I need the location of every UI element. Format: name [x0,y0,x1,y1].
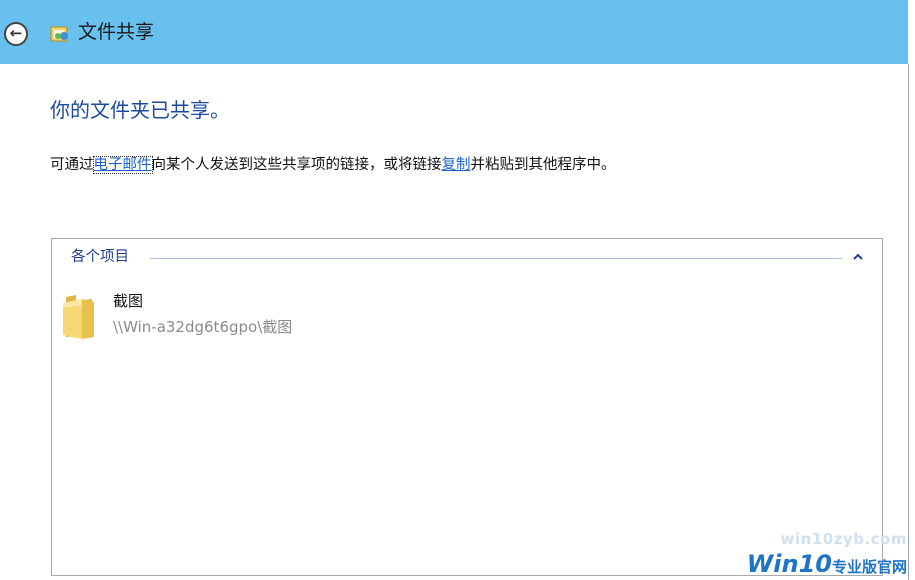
group-divider [150,258,842,259]
description-prefix: 可通过 [50,157,94,173]
item-name: 截图 [113,292,144,310]
watermark-url: win10zyb.com [780,530,907,548]
copy-link[interactable]: 复制 [442,157,471,173]
watermark-brand-latin: Win10 [746,550,832,578]
share-description: 可通过电子邮件向某个人发送到这些共享项的链接，或将链接复制并粘贴到其他程序中。 [50,155,616,175]
back-arrow-icon: ← [9,24,23,42]
email-link[interactable]: 电子邮件 [92,156,153,174]
watermark-brand: Win10专业版官网 [747,550,907,578]
window-title: 文件共享 [78,21,155,43]
watermark-brand-cn: 专业版官网 [831,558,907,576]
description-middle: 向某个人发送到这些共享项的链接，或将链接 [151,157,442,173]
sharing-wizard-icon [50,26,68,42]
description-suffix: 并粘贴到其他程序中。 [470,157,616,173]
folder-icon [63,295,94,339]
title-bar: ← 文件共享 [0,0,908,64]
chevron-up-icon [853,253,863,260]
collapse-group-button[interactable] [848,247,868,267]
page-heading: 你的文件夹已共享。 [50,98,230,122]
group-header: 各个项目 [52,245,882,269]
back-button[interactable]: ← [4,22,28,46]
shared-items-panel: 各个项目 截图 \\Win-a32dg6t6gpo\截图 [51,238,883,576]
list-item[interactable]: 截图 \\Win-a32dg6t6gpo\截图 [60,289,360,343]
watermark: win10zyb.com Win10专业版官网 [747,530,907,578]
item-path: \\Win-a32dg6t6gpo\截图 [113,318,293,336]
window-border [908,64,909,580]
group-title: 各个项目 [71,249,129,265]
